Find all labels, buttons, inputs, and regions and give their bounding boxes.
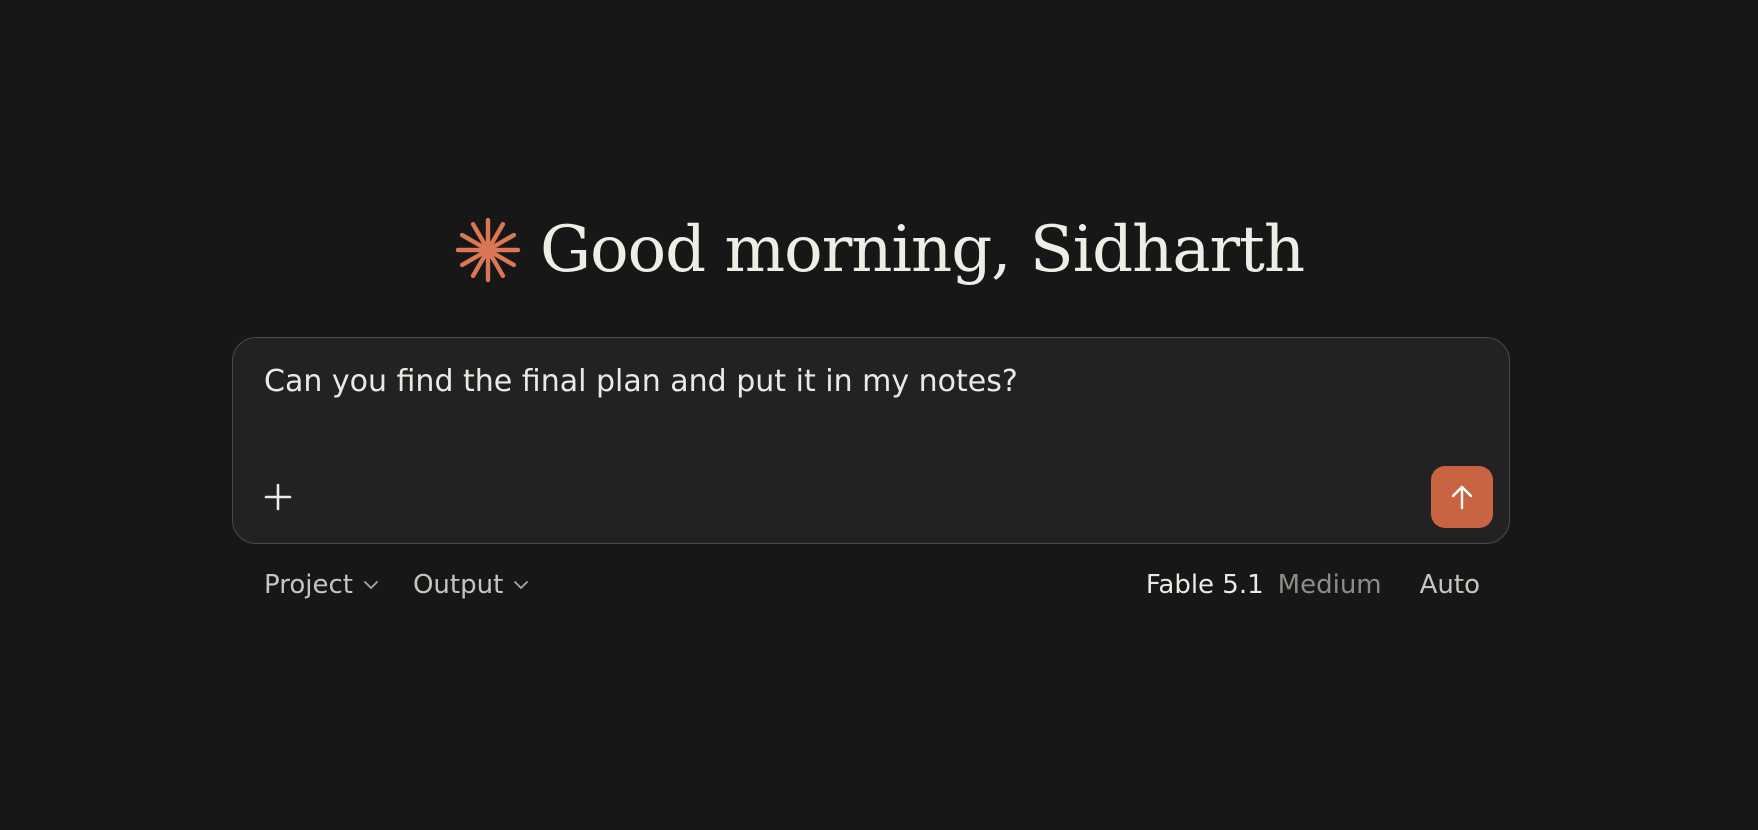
- output-dropdown[interactable]: Output: [413, 570, 529, 600]
- chevron-down-icon: [364, 581, 378, 589]
- mode-selector[interactable]: Auto: [1420, 570, 1480, 600]
- model-selector[interactable]: Fable 5.1: [1146, 570, 1264, 600]
- plus-icon: [264, 483, 292, 511]
- send-button[interactable]: [1431, 466, 1493, 528]
- greeting: Good morning, Sidharth: [0, 205, 1758, 295]
- greeting-title: Good morning, Sidharth: [539, 213, 1305, 287]
- chevron-down-icon: [514, 581, 529, 589]
- spark-icon: [455, 217, 521, 283]
- add-attachment-button[interactable]: [263, 482, 293, 512]
- prompt-input[interactable]: Can you find the final plan and put it i…: [264, 364, 1018, 399]
- arrow-up-icon: [1451, 485, 1473, 510]
- effort-selector[interactable]: Medium: [1278, 570, 1382, 600]
- project-dropdown[interactable]: Project: [264, 570, 379, 600]
- composer-toolbar: Project Output Fable 5.1 Medium Auto: [264, 565, 1480, 605]
- output-dropdown-label: Output: [412, 570, 504, 600]
- prompt-composer[interactable]: Can you find the final plan and put it i…: [232, 337, 1510, 544]
- home-screen: Good morning, Sidharth Can you find the …: [0, 0, 1758, 830]
- project-dropdown-label: Project: [264, 570, 353, 600]
